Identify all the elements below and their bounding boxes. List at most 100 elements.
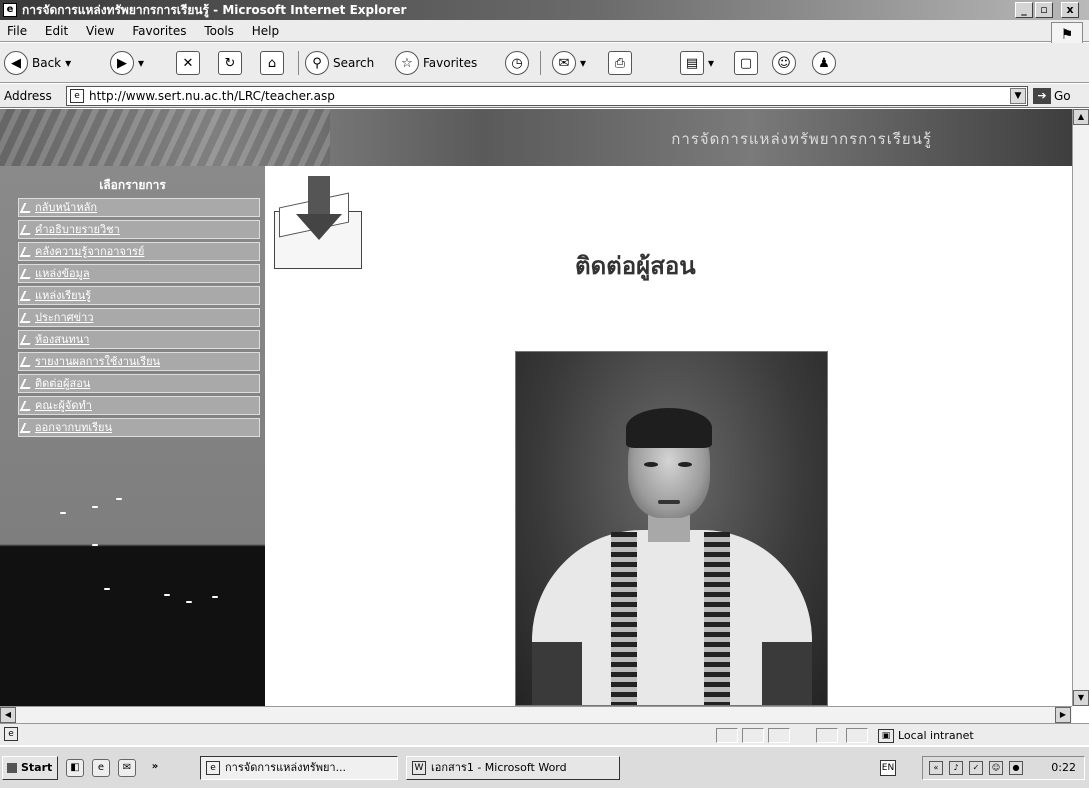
chevron-more-icon[interactable]: » — [146, 759, 164, 777]
sidebar-item-home[interactable]: กลับหน้าหลัก — [18, 198, 260, 217]
stop-button[interactable]: ✕ — [176, 49, 200, 77]
sparkle-decoration — [60, 512, 66, 514]
sidebar-item-chat-room[interactable]: ห้องสนทนา — [18, 330, 260, 349]
home-button[interactable]: ⌂ — [260, 49, 284, 77]
refresh-button[interactable]: ↻ — [218, 49, 242, 77]
favorites-button[interactable]: ☆ Favorites — [395, 49, 477, 77]
menu-file[interactable]: File — [0, 20, 34, 42]
scroll-left-arrow-icon[interactable]: ◀ — [0, 707, 16, 723]
menu-edit[interactable]: Edit — [38, 20, 75, 42]
status-cell — [742, 728, 764, 743]
minimize-button[interactable]: _ — [1015, 2, 1033, 18]
sidebar-item-contact-teacher[interactable]: ติดต่อผู้สอน — [18, 374, 260, 393]
status-cell — [716, 728, 738, 743]
address-url: http://www.sert.nu.ac.th/LRC/teacher.asp — [89, 89, 335, 103]
maximize-button[interactable]: ▫ — [1035, 2, 1053, 18]
system-tray: « ♪ ✓ ☺ ● 0:22 — [922, 756, 1085, 780]
menu-favorites[interactable]: Favorites — [125, 20, 193, 42]
window-title: การจัดการแหล่งทรัพยากรการเรียนรู้ - Micr… — [22, 3, 407, 17]
edit-dropdown-icon[interactable]: ▾ — [708, 56, 714, 70]
menu-tools[interactable]: Tools — [197, 20, 241, 42]
status-cell — [816, 728, 838, 743]
discuss-button[interactable]: ▢ — [734, 49, 758, 77]
scroll-up-arrow-icon[interactable]: ▲ — [1073, 109, 1089, 125]
search-icon: ⚲ — [305, 51, 329, 75]
intranet-icon: ▣ — [878, 728, 894, 743]
home-icon: ⌂ — [260, 51, 284, 75]
quicklaunch-desktop-icon[interactable]: ◧ — [66, 759, 84, 777]
menu-view[interactable]: View — [79, 20, 121, 42]
forward-dropdown-icon[interactable]: ▾ — [138, 56, 144, 70]
tray-antivirus-icon[interactable]: ✓ — [969, 761, 983, 775]
sparkle-decoration — [212, 596, 218, 598]
address-bar: Address e http://www.sert.nu.ac.th/LRC/t… — [0, 84, 1089, 108]
forward-button[interactable]: ▶ ▾ — [110, 49, 144, 77]
sidebar-menu: เลือกรายการ กลับหน้าหลัก คำอธิบายรายวิชา… — [0, 166, 265, 706]
address-input[interactable]: e http://www.sert.nu.ac.th/LRC/teacher.a… — [66, 86, 1028, 106]
tray-messenger-icon[interactable]: ☺ — [989, 761, 1003, 775]
people-button[interactable]: ♟ — [812, 49, 836, 77]
task-word-label: เอกสาร1 - Microsoft Word — [431, 761, 567, 774]
language-indicator[interactable]: EN — [880, 760, 896, 776]
mail-dropdown-icon[interactable]: ▾ — [580, 56, 586, 70]
print-button[interactable]: ⎙ — [608, 49, 632, 77]
page-title: ติดต่อผู้สอน — [575, 252, 696, 280]
close-button[interactable]: x — [1061, 2, 1079, 18]
sidebar-item-exit[interactable]: ออกจากบทเรียน — [18, 418, 260, 437]
folder-download-icon — [274, 176, 366, 271]
task-word[interactable]: W เอกสาร1 - Microsoft Word — [406, 756, 620, 780]
scroll-down-arrow-icon[interactable]: ▼ — [1073, 690, 1089, 706]
toolbar-separator — [298, 51, 299, 75]
refresh-icon: ↻ — [218, 51, 242, 75]
messenger-icon: ☺ — [772, 51, 796, 75]
toolbar: ◀ Back ▾ ▶ ▾ ✕ ↻ ⌂ ⚲ Search ☆ Favorites … — [0, 43, 1089, 83]
sidebar-item-learning-sources[interactable]: แหล่งเรียนรู้ — [18, 286, 260, 305]
address-dropdown-icon[interactable]: ▼ — [1010, 88, 1026, 104]
sidebar-item-usage-report[interactable]: รายงานผลการใช้งานเรียน — [18, 352, 260, 371]
tray-network-icon[interactable]: « — [929, 761, 943, 775]
status-cell — [846, 728, 868, 743]
back-button[interactable]: ◀ Back ▾ — [4, 49, 71, 77]
task-browser-label: การจัดการแหล่งทรัพยา... — [225, 761, 347, 774]
mail-button[interactable]: ✉ ▾ — [552, 49, 586, 77]
sidebar-item-course-description[interactable]: คำอธิบายรายวิชา — [18, 220, 260, 239]
people-icon: ♟ — [812, 51, 836, 75]
go-label: Go — [1054, 89, 1071, 103]
forward-arrow-icon: ▶ — [110, 51, 134, 75]
back-dropdown-icon[interactable]: ▾ — [65, 56, 71, 70]
menu-bar: File Edit View Favorites Tools Help — [0, 20, 1089, 42]
vertical-scrollbar[interactable]: ▲ ▼ — [1072, 109, 1089, 706]
go-button[interactable]: ➔ Go — [1033, 87, 1071, 105]
sparkle-decoration — [92, 544, 98, 546]
horizontal-scrollbar[interactable]: ◀ ▶ — [0, 706, 1072, 723]
discuss-icon: ▢ — [734, 51, 758, 75]
scroll-right-arrow-icon[interactable]: ▶ — [1055, 707, 1071, 723]
clock: 0:22 — [1051, 761, 1076, 774]
history-icon: ◷ — [505, 51, 529, 75]
teacher-photo — [515, 351, 828, 706]
ie-task-icon: e — [206, 761, 220, 775]
messenger-button[interactable]: ☺ — [772, 49, 796, 77]
sidebar-item-teacher-knowledge[interactable]: คลังความรู้จากอาจารย์ — [18, 242, 260, 261]
security-zone: ▣ Local intranet — [878, 727, 974, 744]
sparkle-decoration — [92, 506, 98, 508]
edit-button[interactable]: ▤ ▾ — [680, 49, 714, 77]
menu-help[interactable]: Help — [245, 20, 286, 42]
task-browser[interactable]: e การจัดการแหล่งทรัพยา... — [200, 756, 398, 780]
edit-icon: ▤ — [680, 51, 704, 75]
page-viewport: การจัดการแหล่งทรัพยากรการเรียนรู้ เลือกร… — [0, 109, 1072, 706]
address-label: Address — [4, 89, 52, 103]
sparkle-decoration — [104, 588, 110, 590]
history-button[interactable]: ◷ — [505, 49, 529, 77]
sidebar-item-news[interactable]: ประกาศข่าว — [18, 308, 260, 327]
sidebar-item-credits[interactable]: คณะผู้จัดทำ — [18, 396, 260, 415]
tray-volume-icon[interactable]: ♪ — [949, 761, 963, 775]
quicklaunch-ie-icon[interactable]: e — [92, 759, 110, 777]
start-button[interactable]: Start — [2, 756, 58, 780]
main-content: ติดต่อผู้สอน — [265, 166, 1072, 706]
back-arrow-icon: ◀ — [4, 51, 28, 75]
sidebar-item-data-sources[interactable]: แหล่งข้อมูล — [18, 264, 260, 283]
search-button[interactable]: ⚲ Search — [305, 49, 374, 77]
quicklaunch-outlook-icon[interactable]: ✉ — [118, 759, 136, 777]
tray-app-icon[interactable]: ● — [1009, 761, 1023, 775]
